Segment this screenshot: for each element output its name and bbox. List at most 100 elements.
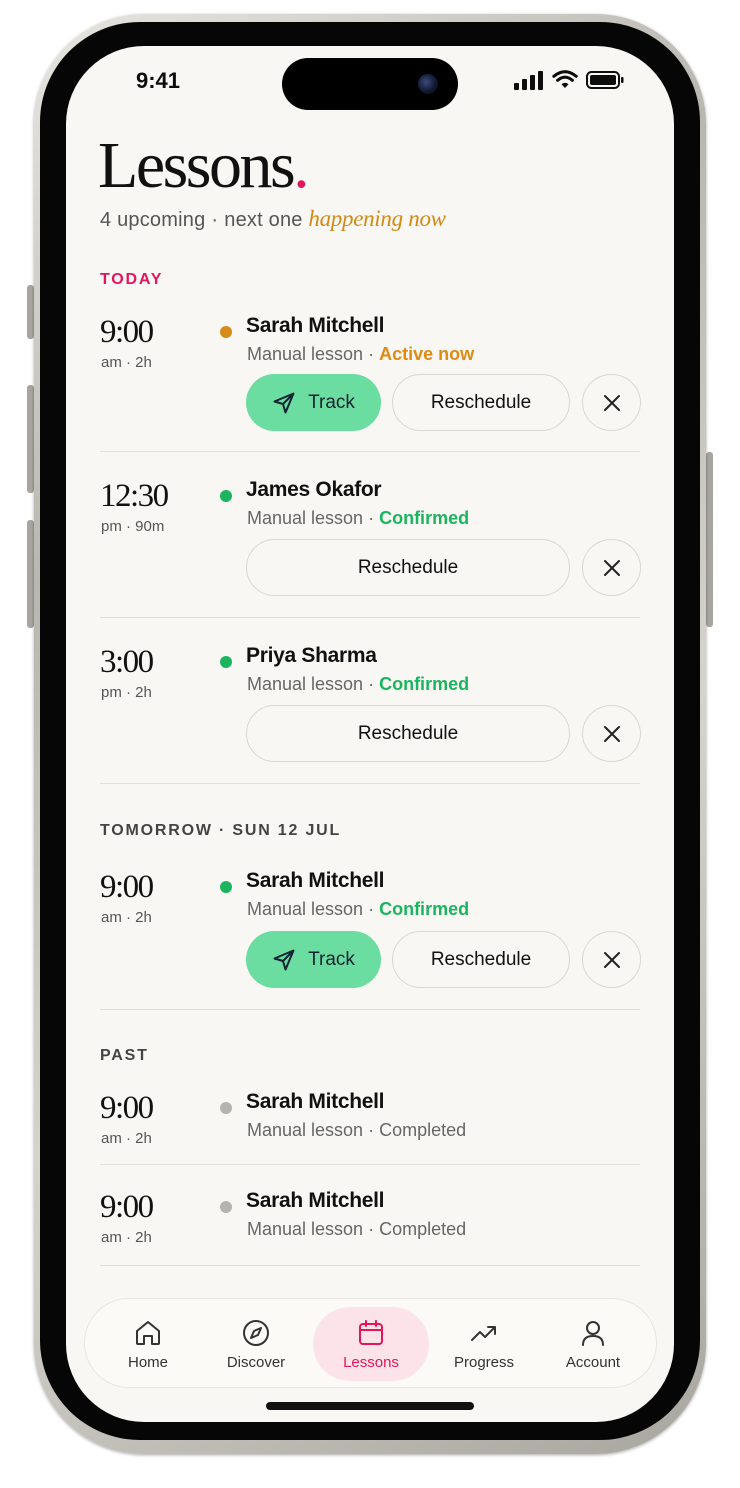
lesson-type: Manual lesson bbox=[247, 674, 364, 694]
tab-label: Lessons bbox=[343, 1353, 399, 1371]
track-button[interactable]: Track bbox=[246, 931, 381, 988]
student-name: Priya Sharma bbox=[246, 644, 377, 667]
reschedule-button[interactable]: Reschedule bbox=[246, 705, 570, 762]
lesson-status: Completed bbox=[379, 1120, 467, 1140]
lesson-meta: pm · 90m bbox=[101, 518, 165, 535]
student-name: Sarah Mitchell bbox=[246, 869, 385, 892]
lesson-meta: am · 2h bbox=[101, 909, 152, 926]
power-button bbox=[706, 452, 713, 627]
student-name: James Okafor bbox=[246, 478, 382, 501]
tab-bar: Home Discover Lessons Progress Account bbox=[84, 1298, 657, 1388]
page-title: Lessons. bbox=[98, 128, 310, 204]
lesson-type: Manual lesson bbox=[247, 1120, 364, 1140]
lesson-time: 12:30 bbox=[100, 478, 169, 514]
subtitle-separator: · bbox=[211, 209, 219, 231]
tab-progress[interactable]: Progress bbox=[429, 1299, 539, 1389]
home-indicator[interactable] bbox=[266, 1402, 474, 1410]
status-dot bbox=[220, 1201, 232, 1213]
lesson-subtitle: Manual lesson · Completed bbox=[247, 1120, 466, 1141]
lesson-type: Manual lesson bbox=[247, 1219, 364, 1239]
track-button-label: Track bbox=[308, 948, 355, 970]
lesson-subtitle-separator: · bbox=[363, 508, 380, 528]
lesson-status: Confirmed bbox=[379, 899, 470, 919]
lesson-meta: am · 2h bbox=[101, 1229, 152, 1246]
page-title-text: Lessons bbox=[98, 129, 296, 202]
status-time: 9:41 bbox=[136, 68, 181, 93]
student-name: Sarah Mitchell bbox=[246, 314, 385, 337]
tab-label: Home bbox=[127, 1353, 168, 1371]
status-icons bbox=[514, 70, 624, 90]
close-icon bbox=[603, 394, 620, 411]
send-icon bbox=[273, 949, 295, 970]
divider bbox=[100, 1265, 640, 1266]
lesson-subtitle: Manual lesson · Confirmed bbox=[247, 674, 469, 695]
tab-label: Progress bbox=[453, 1353, 515, 1371]
lesson-subtitle: Manual lesson · Confirmed bbox=[247, 508, 469, 529]
tab-label: Discover bbox=[226, 1353, 286, 1371]
reschedule-button[interactable]: Reschedule bbox=[392, 931, 570, 988]
lesson-subtitle-separator: · bbox=[363, 674, 380, 694]
divider bbox=[100, 783, 640, 784]
lesson-type: Manual lesson bbox=[247, 344, 364, 364]
lesson-subtitle: Manual lesson · Completed bbox=[247, 1219, 466, 1240]
close-icon bbox=[603, 951, 620, 968]
lesson-status: Active now bbox=[379, 344, 475, 364]
cancel-lesson-button[interactable] bbox=[582, 931, 641, 988]
cancel-lesson-button[interactable] bbox=[582, 374, 641, 431]
divider bbox=[100, 1164, 640, 1165]
section-today: TODAY bbox=[100, 271, 164, 288]
tab-lessons[interactable]: Lessons bbox=[313, 1307, 429, 1381]
divider bbox=[100, 1009, 640, 1010]
cancel-lesson-button[interactable] bbox=[582, 539, 641, 596]
track-button-label: Track bbox=[308, 391, 355, 413]
cancel-lesson-button[interactable] bbox=[582, 705, 641, 762]
close-icon bbox=[603, 559, 620, 576]
next-prefix: next one bbox=[224, 209, 303, 231]
lesson-status: Confirmed bbox=[379, 508, 470, 528]
section-past: PAST bbox=[100, 1047, 149, 1064]
lesson-subtitle: Manual lesson · Active now bbox=[247, 344, 474, 365]
status-dot bbox=[220, 490, 232, 502]
status-dot bbox=[220, 1102, 232, 1114]
lesson-time: 9:00 bbox=[100, 1090, 154, 1126]
lesson-meta: am · 2h bbox=[101, 1130, 152, 1147]
divider bbox=[100, 451, 640, 452]
close-icon bbox=[603, 725, 620, 742]
status-dot bbox=[220, 881, 232, 893]
action-button bbox=[27, 285, 34, 339]
lesson-subtitle-separator: · bbox=[363, 899, 380, 919]
tab-account[interactable]: Account bbox=[538, 1299, 648, 1389]
reschedule-button[interactable]: Reschedule bbox=[246, 539, 570, 596]
lesson-subtitle-separator: · bbox=[363, 1219, 380, 1239]
camera-icon bbox=[418, 74, 438, 94]
home-icon bbox=[136, 1320, 160, 1345]
lesson-time: 9:00 bbox=[100, 869, 154, 905]
tab-discover[interactable]: Discover bbox=[201, 1299, 311, 1389]
lesson-subtitle-separator: · bbox=[363, 1120, 380, 1140]
reschedule-button[interactable]: Reschedule bbox=[392, 374, 570, 431]
track-button[interactable]: Track bbox=[246, 374, 381, 431]
student-name: Sarah Mitchell bbox=[246, 1189, 385, 1212]
lesson-meta: pm · 2h bbox=[101, 684, 152, 701]
page-subtitle: 4 upcoming · next one happening now bbox=[100, 206, 446, 232]
compass-icon bbox=[243, 1319, 269, 1346]
title-accent-dot: . bbox=[293, 129, 310, 202]
lesson-meta: am · 2h bbox=[101, 354, 152, 371]
lesson-type: Manual lesson bbox=[247, 508, 364, 528]
tab-label: Account bbox=[565, 1353, 621, 1371]
lesson-subtitle-separator: · bbox=[363, 344, 380, 364]
lesson-time: 9:00 bbox=[100, 314, 154, 350]
next-highlight: happening now bbox=[308, 206, 446, 231]
lesson-time: 9:00 bbox=[100, 1189, 154, 1225]
battery-icon bbox=[586, 71, 624, 89]
lesson-subtitle: Manual lesson · Confirmed bbox=[247, 899, 469, 920]
divider bbox=[100, 617, 640, 618]
upcoming-count: 4 upcoming bbox=[100, 209, 206, 231]
lesson-type: Manual lesson bbox=[247, 899, 364, 919]
student-name: Sarah Mitchell bbox=[246, 1090, 385, 1113]
person-icon bbox=[582, 1320, 604, 1346]
tab-home[interactable]: Home bbox=[93, 1299, 203, 1389]
calendar-icon bbox=[359, 1319, 383, 1345]
wifi-icon bbox=[552, 70, 578, 88]
status-dot bbox=[220, 326, 232, 338]
